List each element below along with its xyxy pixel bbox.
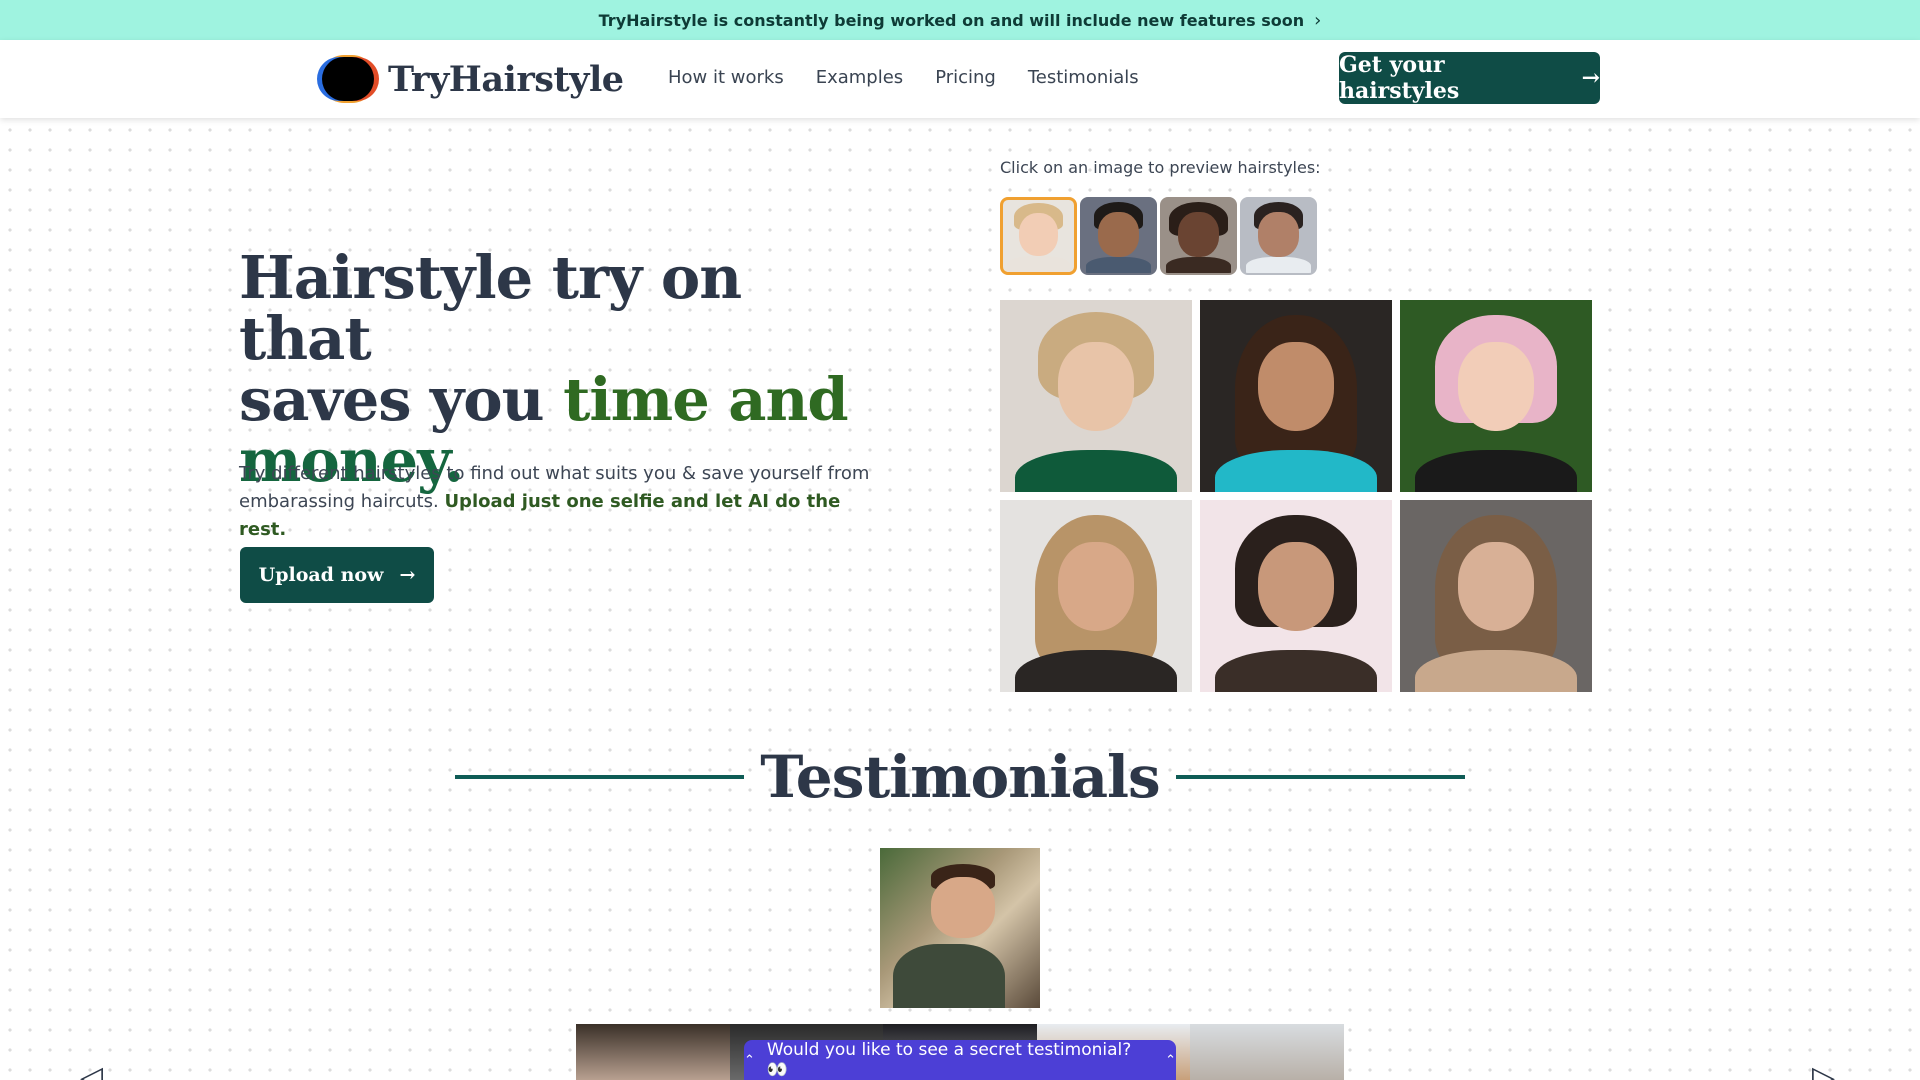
hero-title-line1: Hairstyle try on that [239,243,742,373]
hairstyle-image[interactable] [1400,500,1592,692]
hero-title: Hairstyle try on that saves you time and… [239,247,879,491]
get-hairstyles-label: Get your hairstyles [1339,52,1460,104]
top-navbar: TryHairstyle How it works Examples Prici… [0,40,1920,118]
testimonials-title: Testimonials [760,743,1160,811]
announcement-text: TryHairstyle is constantly being worked … [598,10,1305,30]
brand-logo[interactable]: TryHairstyle [322,55,624,103]
model-selector [1000,197,1317,275]
nav-examples[interactable]: Examples [816,67,903,88]
chevron-up-icon: ⌃ [1165,1052,1176,1068]
model-thumb-3[interactable] [1160,197,1237,275]
model-thumb-4[interactable] [1240,197,1317,275]
nav-pricing[interactable]: Pricing [935,67,996,88]
carousel-image[interactable] [1190,1024,1344,1080]
testimonials-heading: Testimonials [455,742,1466,812]
secret-testimonial-bar[interactable]: ⌃ Would you like to see a secret testimo… [744,1040,1176,1080]
carousel-next-icon[interactable]: ▷ [1812,1060,1835,1080]
hairstyle-image[interactable] [1000,500,1192,692]
hero-title-accent: time and [563,365,849,434]
arrow-right-icon: → [399,564,416,586]
divider [1175,775,1466,779]
secret-testimonial-text: Would you like to see a secret testimoni… [766,1040,1132,1080]
hero-title-line2: saves you [239,365,564,434]
get-hairstyles-button[interactable]: Get your hairstyles → [1339,52,1600,104]
hairstyle-image[interactable] [1000,300,1192,492]
hairstyle-gallery [1000,300,1592,692]
model-thumb-2[interactable] [1080,197,1157,275]
upload-now-button[interactable]: Upload now → [240,547,434,603]
hairstyle-image[interactable] [1200,500,1392,692]
brand-name: TryHairstyle [388,58,624,100]
testimonial-photo [880,848,1040,1008]
main-nav: How it works Examples Pricing Testimonia… [668,67,1139,88]
carousel-prev-icon[interactable]: ◁ [80,1060,103,1080]
model-thumb-1[interactable] [1000,197,1077,275]
chevron-up-icon: ⌃ [744,1052,755,1068]
hairstyle-image[interactable] [1400,300,1592,492]
announcement-bar[interactable]: TryHairstyle is constantly being worked … [0,0,1920,40]
hairstyle-image[interactable] [1200,300,1392,492]
nav-testimonials[interactable]: Testimonials [1028,67,1139,88]
nav-how-it-works[interactable]: How it works [668,67,784,88]
divider [455,775,745,779]
arrow-right-icon: → [1581,65,1600,91]
preview-label: Click on an image to preview hairstyles: [1000,158,1321,177]
carousel-image[interactable] [576,1024,730,1080]
upload-now-label: Upload now [258,564,384,586]
hero-subtitle: Try different hairstyles to find out wha… [239,460,879,544]
logo-icon [322,57,374,101]
chevron-right-icon: › [1314,9,1322,31]
